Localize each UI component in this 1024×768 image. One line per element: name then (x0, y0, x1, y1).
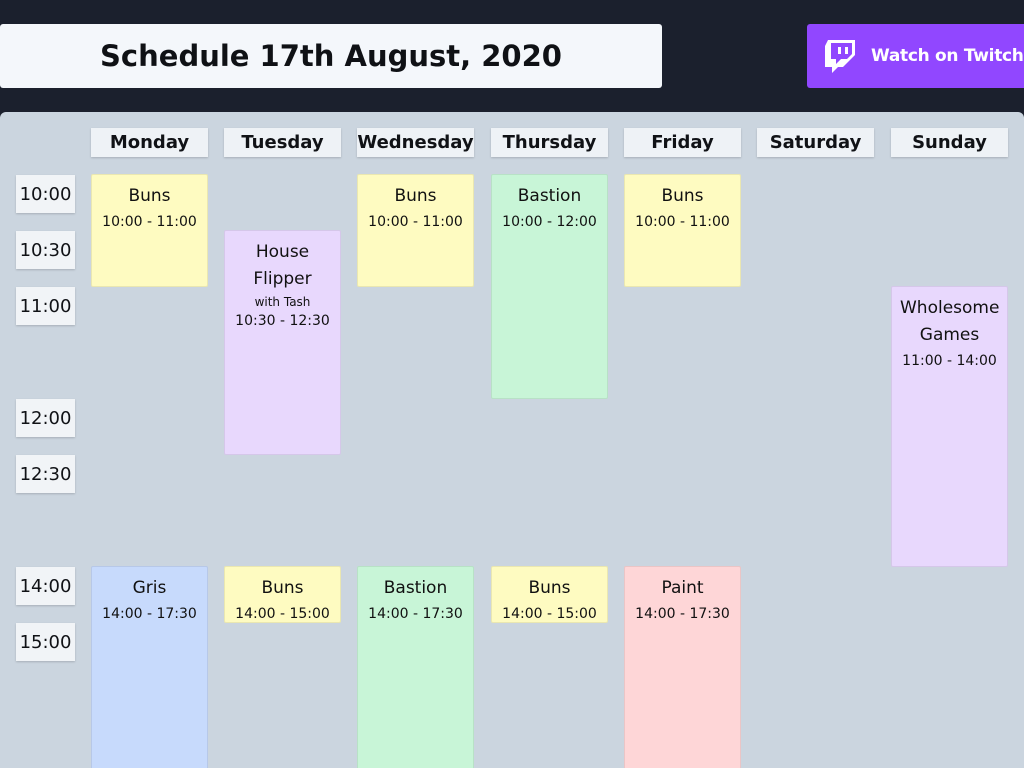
day-header-wednesday: Wednesday (357, 128, 474, 157)
twitch-icon (825, 39, 855, 73)
event-friday-paint[interactable]: Paint 14:00 - 17:30 (624, 566, 741, 768)
event-time: 10:00 - 11:00 (635, 214, 730, 230)
event-time: 14:00 - 15:00 (502, 606, 597, 622)
event-name: House Flipper (253, 242, 312, 289)
event-wednesday-buns[interactable]: Buns 10:00 - 11:00 (357, 174, 474, 287)
event-friday-buns[interactable]: Buns 10:00 - 11:00 (624, 174, 741, 287)
event-time: 10:00 - 11:00 (102, 214, 197, 230)
event-time: 14:00 - 17:30 (368, 606, 463, 622)
day-header-sunday: Sunday (891, 128, 1008, 157)
event-time: 14:00 - 17:30 (102, 606, 197, 622)
event-time: 10:30 - 12:30 (235, 313, 330, 329)
day-header-tuesday: Tuesday (224, 128, 341, 157)
time-label-1230: 12:30 (16, 455, 75, 493)
event-monday-buns[interactable]: Buns 10:00 - 11:00 (91, 174, 208, 287)
event-sunday-wholesome-games[interactable]: Wholesome Games 11:00 - 14:00 (891, 286, 1008, 567)
event-monday-gris[interactable]: Gris 14:00 - 17:30 (91, 566, 208, 768)
event-time: 10:00 - 11:00 (368, 214, 463, 230)
time-label-1200: 12:00 (16, 399, 75, 437)
event-wednesday-bastion[interactable]: Bastion 14:00 - 17:30 (357, 566, 474, 768)
event-name: Buns (128, 186, 171, 206)
event-name: Gris (132, 578, 167, 598)
event-time: 11:00 - 14:00 (902, 353, 997, 369)
time-label-1400: 14:00 (16, 567, 75, 605)
event-tuesday-buns[interactable]: Buns 14:00 - 15:00 (224, 566, 341, 623)
schedule-board: Monday Tuesday Wednesday Thursday Friday… (0, 112, 1024, 768)
event-time: 14:00 - 15:00 (235, 606, 330, 622)
event-time: 10:00 - 12:00 (502, 214, 597, 230)
event-time: 14:00 - 17:30 (635, 606, 730, 622)
event-name: Buns (528, 578, 571, 598)
event-name: Bastion (517, 186, 582, 206)
time-label-1100: 11:00 (16, 287, 75, 325)
time-label-1030: 10:30 (16, 231, 75, 269)
event-name: Bastion (383, 578, 448, 598)
time-label-1500: 15:00 (16, 623, 75, 661)
page-title: Schedule 17th August, 2020 (0, 24, 662, 88)
event-name: Wholesome Games (900, 298, 1000, 345)
watch-on-twitch-button[interactable]: Watch on Twitch (807, 24, 1024, 88)
day-header-monday: Monday (91, 128, 208, 157)
event-thursday-bastion[interactable]: Bastion 10:00 - 12:00 (491, 174, 608, 399)
event-name: Buns (661, 186, 704, 206)
event-name: Buns (394, 186, 437, 206)
event-name: Paint (661, 578, 704, 598)
watch-on-twitch-label: Watch on Twitch (871, 46, 1024, 66)
day-header-friday: Friday (624, 128, 741, 157)
day-header-saturday: Saturday (757, 128, 874, 157)
event-guest: with Tash (254, 295, 311, 309)
event-thursday-buns[interactable]: Buns 14:00 - 15:00 (491, 566, 608, 623)
day-header-thursday: Thursday (491, 128, 608, 157)
event-tuesday-house-flipper[interactable]: House Flipper with Tash 10:30 - 12:30 (224, 230, 341, 455)
time-label-1000: 10:00 (16, 175, 75, 213)
event-name: Buns (261, 578, 304, 598)
